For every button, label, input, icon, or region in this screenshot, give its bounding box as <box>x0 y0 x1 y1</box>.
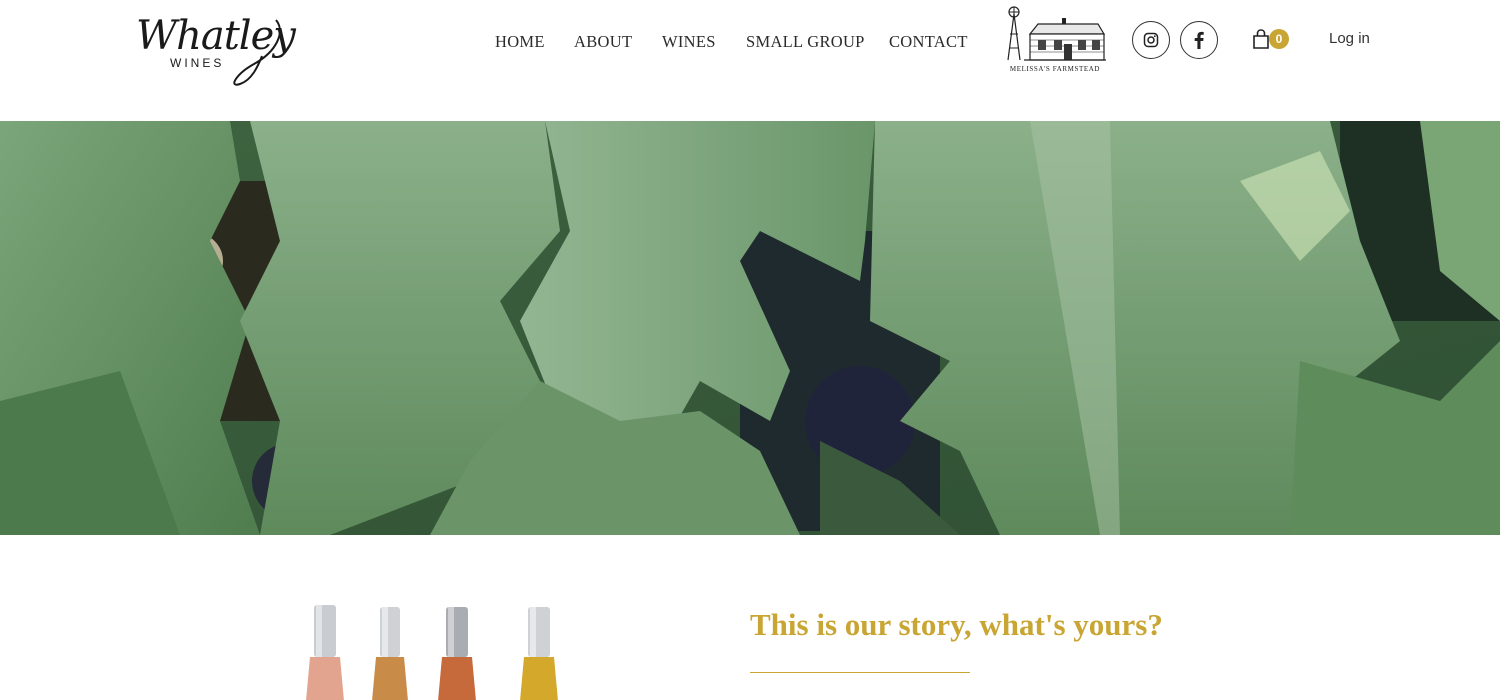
login-link[interactable]: Log in <box>1329 30 1370 47</box>
nav-contact[interactable]: CONTACT <box>889 32 968 52</box>
wine-bottles-image <box>300 601 570 700</box>
instagram-button[interactable] <box>1132 21 1170 59</box>
facebook-button[interactable] <box>1180 21 1218 59</box>
farmhouse-windmill-icon <box>1007 6 1106 61</box>
facebook-icon <box>1194 31 1204 49</box>
cart-button[interactable]: 0 <box>1251 28 1291 52</box>
melissas-farmstead-logo[interactable]: MELISSA'S FARMSTEAD <box>1002 4 1108 76</box>
nav-small-group[interactable]: SMALL GROUP <box>746 32 865 52</box>
nav-home[interactable]: HOME <box>495 32 545 52</box>
hero-vineyard-banner <box>0 121 1500 535</box>
whatley-wines-logo[interactable]: Whatley WINES <box>136 12 296 88</box>
instagram-icon <box>1143 32 1159 48</box>
nav-about[interactable]: ABOUT <box>574 32 632 52</box>
grape-leaves-image <box>0 121 1500 535</box>
story-section: This is our story, what's yours? <box>0 535 1500 700</box>
nav-wines[interactable]: WINES <box>662 32 716 52</box>
partner-logo-caption: MELISSA'S FARMSTEAD <box>1009 65 1101 73</box>
heading-divider <box>750 672 970 673</box>
wine-bottles-icon <box>306 605 558 700</box>
logo-flourish-icon <box>233 19 281 86</box>
site-header: Whatley WINES HOME ABOUT WINES SMALL GRO… <box>0 0 1500 121</box>
cart-count-badge: 0 <box>1269 29 1289 49</box>
story-heading: This is our story, what's yours? <box>750 607 1163 642</box>
